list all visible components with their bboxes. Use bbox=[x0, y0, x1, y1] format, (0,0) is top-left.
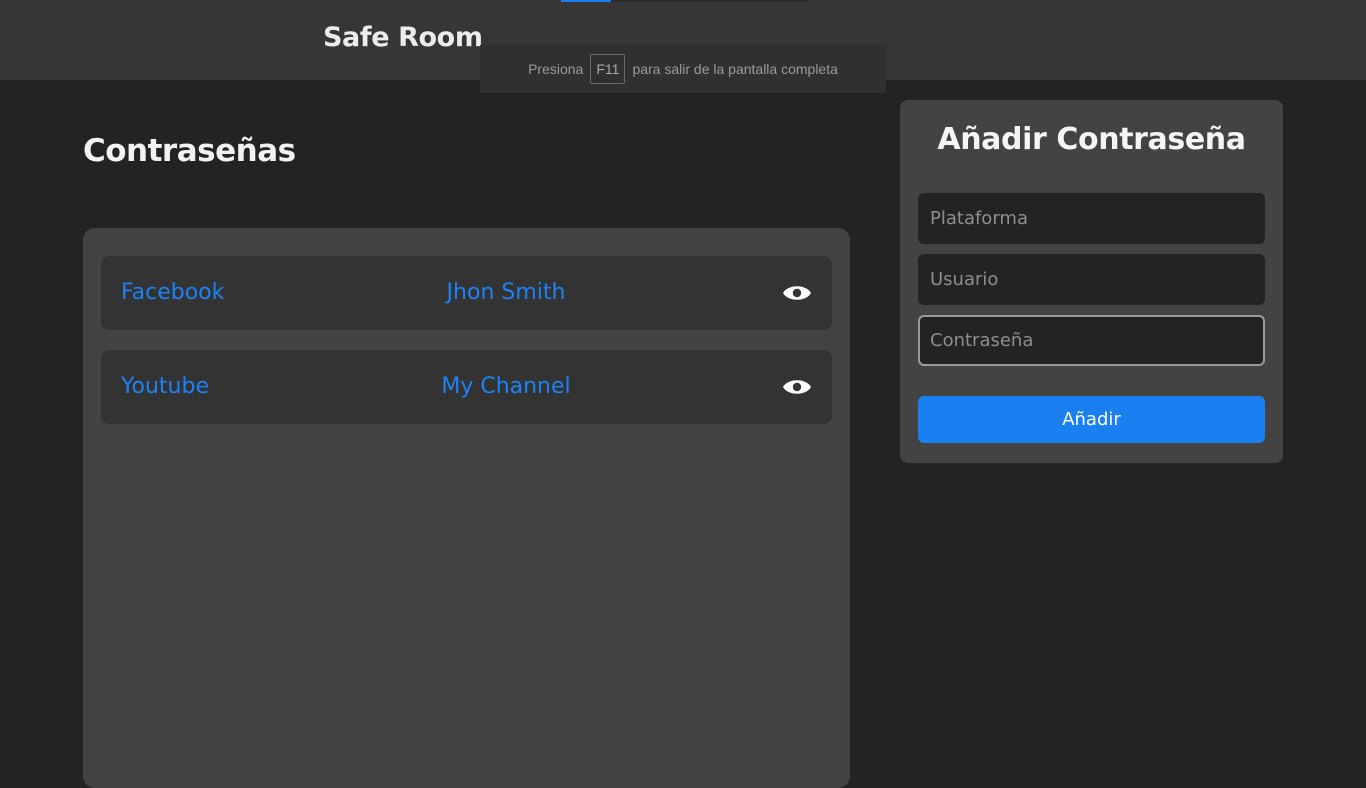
entry-user: My Channel bbox=[441, 374, 571, 399]
username-input[interactable] bbox=[918, 254, 1265, 305]
add-password-form: Añadir Contraseña Añadir bbox=[900, 100, 1283, 463]
fullscreen-notice-after: para salir de la pantalla completa bbox=[632, 61, 838, 77]
loading-indicator-fill bbox=[561, 0, 611, 2]
entry-user: Jhon Smith bbox=[446, 280, 566, 305]
password-list: Facebook Jhon Smith Youtube My Channel bbox=[83, 228, 850, 788]
add-button[interactable]: Añadir bbox=[918, 396, 1265, 443]
fullscreen-notice-before: Presiona bbox=[528, 61, 584, 77]
page-title: Contraseñas bbox=[83, 133, 296, 169]
app-brand[interactable]: Safe Room bbox=[323, 22, 483, 53]
eye-icon[interactable] bbox=[782, 373, 812, 401]
eye-icon[interactable] bbox=[782, 279, 812, 307]
platform-input[interactable] bbox=[918, 193, 1265, 244]
password-entry: Facebook Jhon Smith bbox=[101, 256, 832, 330]
password-input[interactable] bbox=[918, 315, 1265, 366]
fullscreen-notice: Presiona F11 para salir de la pantalla c… bbox=[480, 45, 886, 93]
f11-key-hint: F11 bbox=[590, 54, 626, 84]
loading-indicator bbox=[561, 0, 809, 2]
entry-platform: Facebook bbox=[121, 280, 225, 305]
password-entry: Youtube My Channel bbox=[101, 350, 832, 424]
form-title: Añadir Contraseña bbox=[937, 122, 1246, 157]
entry-platform: Youtube bbox=[121, 374, 209, 399]
